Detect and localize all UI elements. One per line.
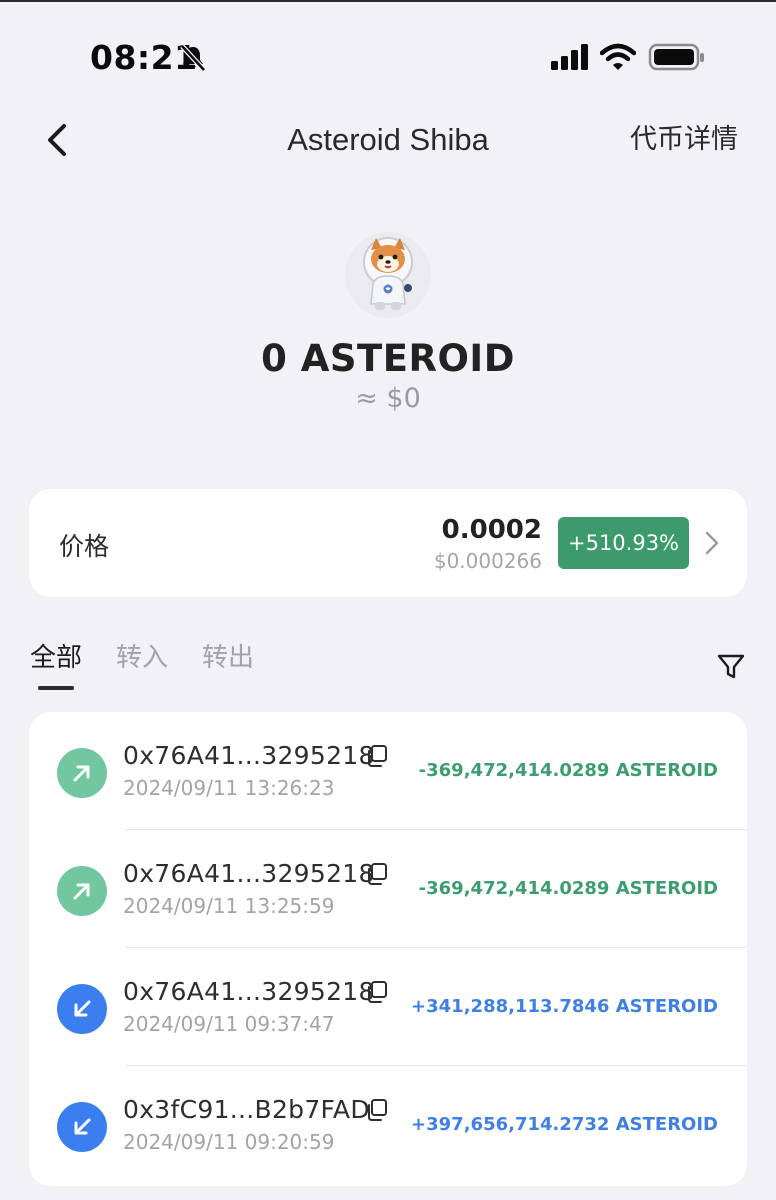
price-usd-value: $0.000266 — [433, 549, 542, 573]
arrow-up-right-icon — [57, 866, 107, 916]
transaction-amount: -369,472,414.0289 ASTEROID — [418, 760, 718, 781]
transaction-row[interactable]: 0x76A41...3295218 2024/09/11 09:37:47 +3… — [29, 948, 747, 1066]
transaction-address: 0x76A41...3295218 — [123, 859, 375, 888]
price-card[interactable]: 价格 0.0002 $0.000266 +510.93% — [29, 489, 747, 597]
transaction-amount: +341,288,113.7846 ASTEROID — [411, 996, 718, 1017]
price-change-badge: +510.93% — [558, 517, 689, 569]
signal-icon — [551, 44, 588, 70]
bell-muted-icon — [180, 44, 206, 72]
filter-icon[interactable] — [716, 652, 746, 682]
transaction-time: 2024/09/11 13:26:23 — [123, 776, 335, 800]
transaction-row[interactable]: 0x76A41...3295218 2024/09/11 13:25:59 -3… — [29, 830, 747, 948]
copy-icon[interactable] — [365, 862, 389, 886]
tab-outgoing[interactable]: 转出 — [202, 640, 254, 676]
transaction-time: 2024/09/11 09:20:59 — [123, 1130, 335, 1154]
transaction-list: 0x76A41...3295218 2024/09/11 13:26:23 -3… — [29, 712, 747, 1186]
wifi-icon — [600, 43, 636, 70]
token-details-link[interactable]: 代币详情 — [630, 120, 738, 160]
price-value: 0.0002 — [441, 515, 542, 545]
arrow-up-right-icon — [57, 748, 107, 798]
active-tab-indicator — [38, 686, 74, 690]
token-balance: 0 ASTEROID — [261, 337, 515, 380]
token-fiat-value: ≈ $0 — [355, 383, 421, 414]
transaction-row[interactable]: 0x76A41...3295218 2024/09/11 13:26:23 -3… — [29, 712, 747, 830]
transaction-row[interactable]: 0x3fC91...B2b7FAD 2024/09/11 09:20:59 +3… — [29, 1066, 747, 1184]
transaction-time: 2024/09/11 13:25:59 — [123, 894, 335, 918]
transaction-address: 0x76A41...3295218 — [123, 741, 375, 770]
transaction-amount: +397,656,714.2732 ASTEROID — [411, 1114, 718, 1135]
chevron-right-icon — [705, 531, 719, 555]
copy-icon[interactable] — [365, 744, 389, 768]
copy-icon[interactable] — [365, 980, 389, 1004]
arrow-down-left-icon — [57, 984, 107, 1034]
token-avatar — [345, 232, 431, 318]
shiba-astronaut-icon — [345, 232, 431, 318]
price-label: 价格 — [59, 532, 110, 561]
tab-all[interactable]: 全部 — [30, 640, 82, 676]
tab-incoming[interactable]: 转入 — [116, 640, 168, 676]
status-bar: 08:21 — [0, 0, 776, 110]
transaction-amount: -369,472,414.0289 ASTEROID — [418, 878, 718, 899]
transaction-address: 0x76A41...3295218 — [123, 977, 375, 1006]
copy-icon[interactable] — [365, 1098, 389, 1122]
transaction-address: 0x3fC91...B2b7FAD — [123, 1095, 370, 1124]
transaction-time: 2024/09/11 09:37:47 — [123, 1012, 335, 1036]
arrow-down-left-icon — [57, 1102, 107, 1152]
battery-icon — [648, 43, 704, 71]
